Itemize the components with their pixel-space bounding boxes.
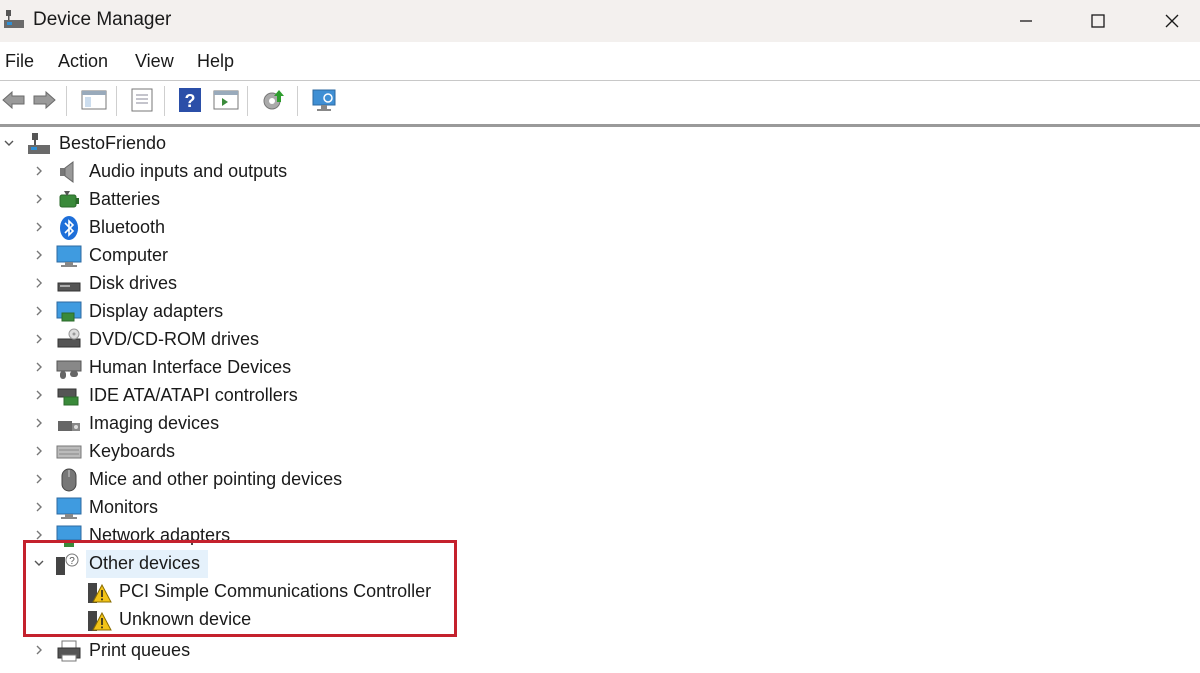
help-icon[interactable]: ? [176,86,204,114]
tree-item-imaging-devices[interactable]: Imaging devices [0,410,1200,438]
tree-item-label: Audio inputs and outputs [89,161,288,181]
tree-item-keyboards[interactable]: Keyboards [0,438,1200,466]
speaker-icon [60,161,74,183]
chevron-right-icon[interactable] [32,472,46,486]
menu-view[interactable]: View [135,51,174,72]
tree-item-label: DVD/CD-ROM drives [89,329,260,349]
keyboard-icon [56,445,82,459]
close-button[interactable] [1134,0,1200,42]
dvd-drive-icon [57,328,81,348]
properties-icon[interactable] [128,86,156,114]
tree-item-label: IDE ATA/ATAPI controllers [89,385,298,405]
tree-item-bluetooth[interactable]: Bluetooth [0,214,1200,242]
menu-help[interactable]: Help [197,51,234,72]
menu-bar: File Action View Help [0,44,1200,80]
chevron-right-icon[interactable] [32,332,46,346]
printer-icon [57,640,81,662]
tree-item-label: Disk drives [89,273,178,293]
monitor-icon [56,245,82,267]
tree-item-label: Keyboards [89,441,176,461]
device-manager-icon [4,10,24,28]
camera-icon [58,421,80,431]
tree-item-audio[interactable]: Audio inputs and outputs [0,158,1200,186]
battery-icon [59,191,79,208]
chevron-right-icon[interactable] [32,500,46,514]
tree-item-label: Print queues [89,640,191,660]
tree-item-hid[interactable]: Human Interface Devices [0,354,1200,382]
toolbar-separator [247,86,248,116]
display-adapter-icon [56,301,82,322]
computer-root-icon [28,133,50,154]
chevron-right-icon[interactable] [32,192,46,206]
tree-item-print-queues[interactable]: Print queues [0,637,1200,665]
bluetooth-icon [60,216,78,240]
hid-icon [56,360,82,379]
chevron-right-icon[interactable] [32,304,46,318]
tree-item-monitors[interactable]: Monitors [0,494,1200,522]
tree-root-label: BestoFriendo [59,133,167,153]
tree-item-label: Human Interface Devices [89,357,292,377]
maximize-button[interactable] [1060,0,1136,42]
toolbar-divider [0,124,1200,127]
toolbar-separator [297,86,298,116]
toolbar-separator [164,86,165,116]
chevron-right-icon[interactable] [32,164,46,178]
tree-root[interactable]: BestoFriendo [0,130,1200,158]
chevron-right-icon[interactable] [32,388,46,402]
chevron-right-icon[interactable] [32,360,46,374]
menu-file[interactable]: File [5,51,34,72]
maximize-icon [1091,14,1105,28]
chevron-right-icon[interactable] [32,643,46,657]
chevron-down-icon[interactable] [2,136,16,150]
back-icon[interactable] [0,86,28,114]
show-hide-console-tree-icon[interactable] [80,86,108,114]
annotation-highlight-box [23,540,457,637]
tree-item-label: Imaging devices [89,413,220,433]
title-bar: Device Manager [0,0,1200,42]
tree-item-label: Computer [89,245,169,265]
tree-item-label: Bluetooth [89,217,166,237]
tree-item-label: Batteries [89,189,161,209]
disk-drive-icon [57,282,81,292]
chevron-right-icon[interactable] [32,416,46,430]
chevron-right-icon[interactable] [32,276,46,290]
tree-item-batteries[interactable]: Batteries [0,186,1200,214]
ide-controller-icon [57,388,79,406]
tree-item-dvd-drives[interactable]: DVD/CD-ROM drives [0,326,1200,354]
tree-item-label: Mice and other pointing devices [89,469,343,489]
chevron-right-icon[interactable] [32,248,46,262]
minimize-icon [1020,20,1032,22]
tree-item-ide-controllers[interactable]: IDE ATA/ATAPI controllers [0,382,1200,410]
toolbar: ? [0,80,1200,121]
menu-action[interactable]: Action [58,51,108,72]
tree-item-disk-drives[interactable]: Disk drives [0,270,1200,298]
tree-item-mice[interactable]: Mice and other pointing devices [0,466,1200,494]
update-driver-icon[interactable] [260,86,288,114]
toolbar-separator [66,86,67,116]
tree-item-display-adapters[interactable]: Display adapters [0,298,1200,326]
mouse-icon [61,468,77,492]
scan-hardware-icon[interactable] [310,86,338,114]
minimize-button[interactable] [988,0,1064,42]
window-title: Device Manager [33,9,172,30]
close-icon [1165,14,1179,28]
monitor-icon [56,497,82,519]
tree-item-computer[interactable]: Computer [0,242,1200,270]
toolbar-separator [116,86,117,116]
tree-item-label: Display adapters [89,301,224,321]
action-pane-icon[interactable] [212,86,240,114]
chevron-right-icon[interactable] [32,444,46,458]
tree-item-label: Monitors [89,497,159,517]
forward-icon[interactable] [30,86,58,114]
chevron-right-icon[interactable] [32,220,46,234]
svg-text:?: ? [185,91,196,111]
